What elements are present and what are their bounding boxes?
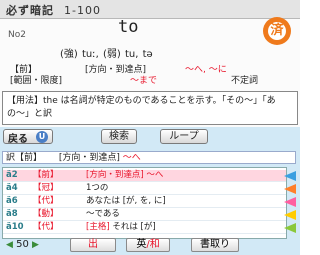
sense-note: 不定詞 <box>231 76 259 86</box>
item-meaning: 〜である <box>86 209 120 219</box>
ds-screen: 必ず暗記 1-100 No2 to 済 (強) tuː, (弱) tu, tə 【… <box>0 0 300 255</box>
sense-label: [範囲・限度] <box>10 76 63 86</box>
title-bar: 必ず暗記 1-100 <box>0 0 300 19</box>
list-item[interactable]: ä6 【代】 あなたは [が, を, に] <box>3 196 286 208</box>
translation-text: [方向・到達点] <box>58 153 120 163</box>
tab-marker-icon[interactable] <box>284 197 296 207</box>
sense-gloss: 〜まで <box>130 76 158 86</box>
language-toggle-button[interactable]: 英/和 <box>126 238 170 252</box>
search-button[interactable]: 検索 <box>101 129 137 144</box>
translation-bar: 訳【前】 [方向・到達点] 〜へ <box>2 151 296 164</box>
sense-gloss: 〜へ, 〜に <box>185 65 227 75</box>
item-meaning: [主格] それは [が] <box>86 222 156 232</box>
tab-marker-icon[interactable] <box>284 223 296 233</box>
tab-marker-icon[interactable] <box>284 171 296 181</box>
u-key-icon: U <box>36 131 48 143</box>
loop-button[interactable]: ループ <box>160 129 208 144</box>
list-item[interactable]: ä8 【動】 〜である <box>3 209 286 221</box>
tab-marker-icon[interactable] <box>284 184 296 194</box>
item-meaning: [方向・到達点] 〜へ <box>86 170 164 180</box>
item-meaning: あなたは [が, を, に] <box>86 196 166 206</box>
item-number: ä6 <box>6 196 18 206</box>
item-number: ä2 <box>6 170 18 180</box>
item-number: ä8 <box>6 209 18 219</box>
item-pos: 【動】 <box>33 209 59 219</box>
item-pos: 【前】 <box>33 170 59 180</box>
item-number: ä4 <box>6 183 18 193</box>
item-meaning: 1つの <box>86 183 109 193</box>
usage-box: 【用法】the は名詞が特定のものであることを示す。「その〜」「あの〜」と訳 <box>2 91 298 125</box>
item-counter: ◀ 50 ▶ <box>6 238 39 252</box>
translation-label: 訳【前】 <box>6 153 43 163</box>
page-title: 必ず暗記 1-100 <box>6 4 101 17</box>
item-pos: 【代】 <box>33 222 59 232</box>
item-pos: 【冠】 <box>33 183 59 193</box>
range-label: 1-100 <box>64 4 101 17</box>
word-card-screen: 必ず暗記 1-100 No2 to 済 (強) tuː, (弱) tu, tə 【… <box>0 0 300 127</box>
back-button[interactable]: 戻る U <box>3 129 53 145</box>
memorized-stamp-icon: 済 <box>263 17 291 45</box>
show-button[interactable]: 出 <box>70 238 116 252</box>
color-tabs <box>284 167 298 237</box>
item-number: ä10 <box>6 222 24 232</box>
dictation-button[interactable]: 書取り <box>191 238 239 252</box>
item-pos: 【代】 <box>33 196 59 206</box>
word-list: ä2 【前】 [方向・到達点] 〜へ ä4 【冠】 1つの ä6 【代】 あなた… <box>2 167 287 239</box>
translation-gloss: 〜へ <box>122 153 141 163</box>
back-label: 戻る <box>8 134 28 145</box>
stamp-label: 済 <box>268 22 286 40</box>
headword: to <box>118 17 139 37</box>
pronunciation: (強) tuː, (弱) tu, tə <box>60 49 153 60</box>
right-arrow-icon[interactable]: ▶ <box>32 240 39 250</box>
list-item[interactable]: ä4 【冠】 1つの <box>3 183 286 195</box>
count-value: 50 <box>16 239 29 250</box>
tab-marker-icon[interactable] <box>284 210 296 220</box>
usage-text: 【用法】the は名詞が特定のものであることを示す。「その〜」「あの〜」と訳 <box>7 96 276 119</box>
control-screen: 戻る U 検索 ループ 訳【前】 [方向・到達点] 〜へ ä2 【前】 [方向・… <box>0 127 300 255</box>
left-arrow-icon[interactable]: ◀ <box>6 240 13 250</box>
word-number: No2 <box>8 30 26 40</box>
list-item[interactable]: ä10 【代】 [主格] それは [が] <box>3 222 286 234</box>
list-item[interactable]: ä2 【前】 [方向・到達点] 〜へ <box>3 170 286 182</box>
